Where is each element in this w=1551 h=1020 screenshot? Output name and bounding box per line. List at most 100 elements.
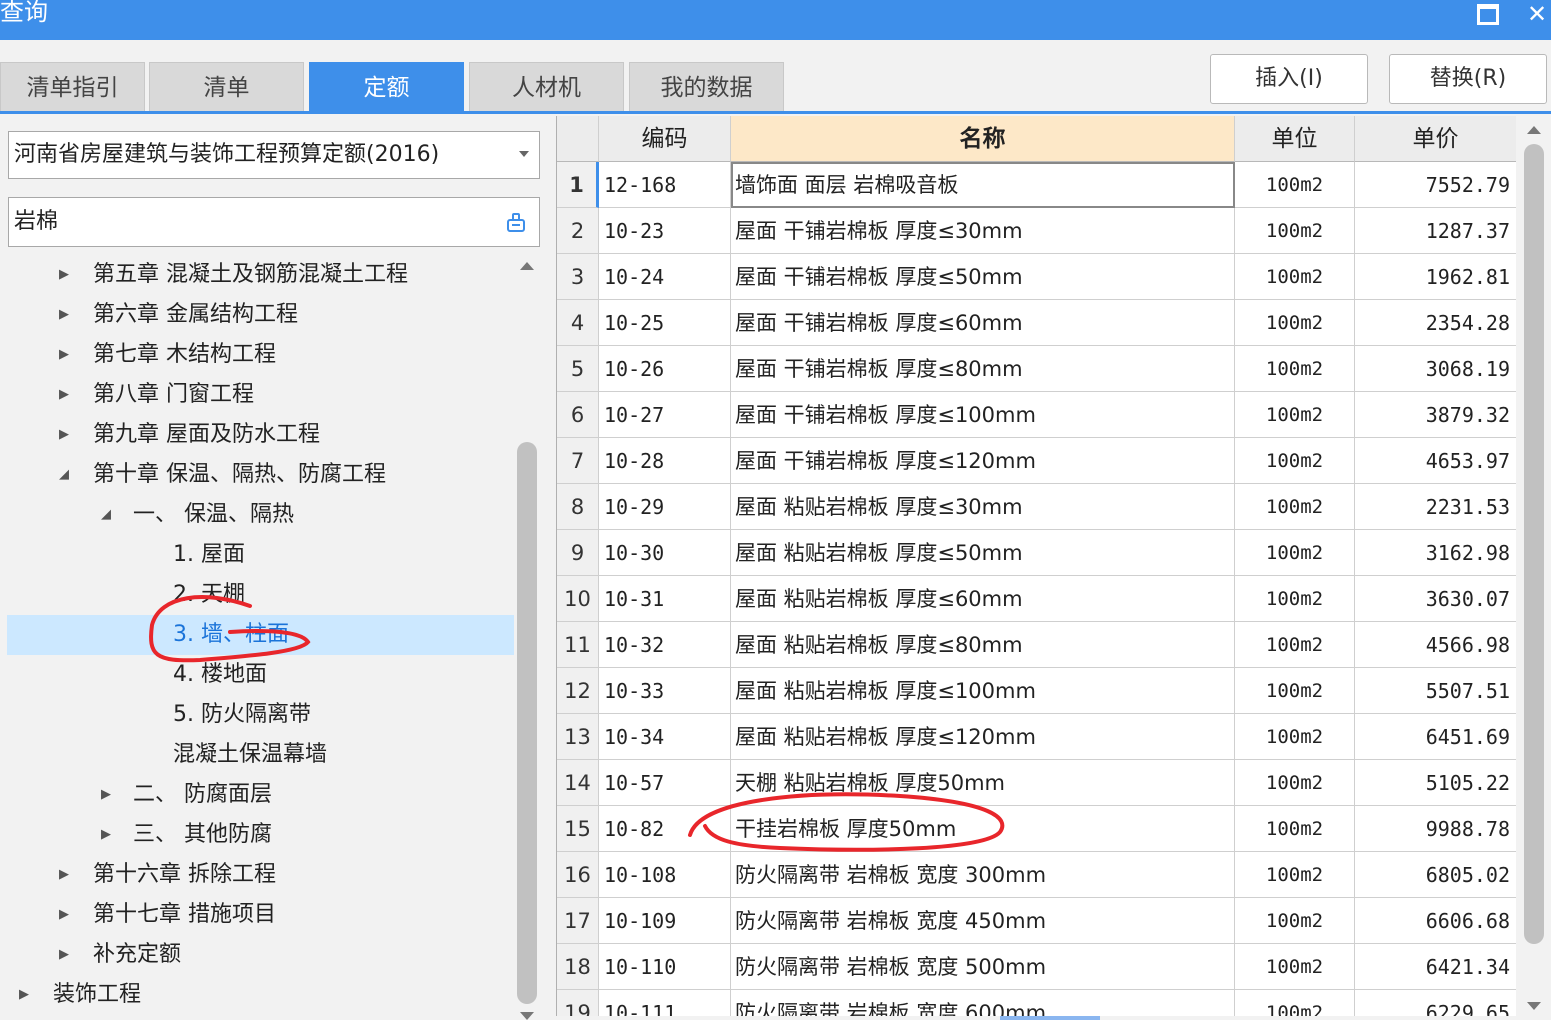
price-cell[interactable]: 9988.78 [1355,806,1516,852]
row-number-cell[interactable]: 11 [557,622,599,668]
row-number-cell[interactable]: 10 [557,576,599,622]
code-cell[interactable]: 10-108 [599,852,731,898]
code-cell[interactable]: 10-28 [599,438,731,484]
scroll-thumb[interactable] [1524,144,1544,944]
row-number-cell[interactable]: 14 [557,760,599,806]
tree-item[interactable]: ▶ 第六章 金属结构工程 [7,295,514,335]
code-cell[interactable]: 10-27 [599,392,731,438]
grid-scrollbar[interactable] [1518,116,1551,1016]
code-cell[interactable]: 12-168 [599,162,731,208]
price-cell[interactable]: 4566.98 [1355,622,1516,668]
name-cell[interactable]: 屋面 干铺岩棉板 厚度≤80mm [731,346,1235,392]
code-cell[interactable]: 10-26 [599,346,731,392]
price-cell[interactable]: 5507.51 [1355,668,1516,714]
unit-cell[interactable]: 100m2 [1235,714,1355,760]
price-cell[interactable]: 6451.69 [1355,714,1516,760]
expand-arrow-icon[interactable]: ▶ [57,375,71,415]
row-number-cell[interactable]: 6 [557,392,599,438]
code-cell[interactable]: 10-57 [599,760,731,806]
name-cell[interactable]: 防火隔离带 岩棉板 宽度 600mm [731,990,1235,1016]
tree-item[interactable]: ▶ 装饰工程 [7,975,514,1015]
name-cell[interactable]: 防火隔离带 岩棉板 宽度 450mm [731,898,1235,944]
tree-scrollbar[interactable] [515,252,539,1020]
tree-item[interactable]: ▶ 第十六章 拆除工程 [7,855,514,895]
tree-item[interactable]: ◢ 第十章 保温、隔热、防腐工程 [7,455,514,495]
scroll-down-icon[interactable] [1527,1002,1541,1010]
tree-item[interactable]: 2. 天棚 [7,575,514,615]
price-cell[interactable]: 5105.22 [1355,760,1516,806]
name-cell[interactable]: 屋面 粘贴岩棉板 厚度≤80mm [731,622,1235,668]
row-number-cell[interactable]: 18 [557,944,599,990]
tree-item[interactable]: 1. 屋面 [7,535,514,575]
code-cell[interactable]: 10-82 [599,806,731,852]
code-cell[interactable]: 10-31 [599,576,731,622]
unit-cell[interactable]: 100m2 [1235,530,1355,576]
expand-arrow-icon[interactable]: ▶ [57,295,71,335]
tree-item[interactable]: ▶ 三、 其他防腐 [7,815,514,855]
tab-list-guide[interactable]: 清单指引 [0,62,145,112]
name-cell[interactable]: 屋面 干铺岩棉板 厚度≤30mm [731,208,1235,254]
row-number-cell[interactable]: 5 [557,346,599,392]
row-number-cell[interactable]: 13 [557,714,599,760]
row-number-cell[interactable]: 12 [557,668,599,714]
unit-cell[interactable]: 100m2 [1235,852,1355,898]
price-cell[interactable]: 6229.65 [1355,990,1516,1016]
row-number-cell[interactable]: 7 [557,438,599,484]
row-number-cell[interactable]: 8 [557,484,599,530]
search-icon[interactable] [505,212,527,234]
code-cell[interactable]: 10-109 [599,898,731,944]
code-cell[interactable]: 10-34 [599,714,731,760]
row-number-cell[interactable]: 3 [557,254,599,300]
price-cell[interactable]: 3068.19 [1355,346,1516,392]
tab-labor-material-machine[interactable]: 人材机 [469,62,624,112]
unit-cell[interactable]: 100m2 [1235,438,1355,484]
expand-arrow-icon[interactable]: ▶ [57,855,71,895]
name-cell[interactable]: 屋面 粘贴岩棉板 厚度≤50mm [731,530,1235,576]
replace-button[interactable]: 替换(R) [1389,54,1547,104]
tree-item-selected[interactable]: 3. 墙、柱面 [7,615,514,655]
unit-cell[interactable]: 100m2 [1235,622,1355,668]
expand-arrow-icon[interactable]: ▶ [57,415,71,455]
name-cell[interactable]: 防火隔离带 岩棉板 宽度 300mm [731,852,1235,898]
unit-cell[interactable]: 100m2 [1235,806,1355,852]
unit-cell[interactable]: 100m2 [1235,898,1355,944]
price-cell[interactable]: 2354.28 [1355,300,1516,346]
unit-cell[interactable]: 100m2 [1235,990,1355,1016]
tree-item[interactable]: 4. 楼地面 [7,655,514,695]
row-number-cell[interactable]: 9 [557,530,599,576]
expand-arrow-icon[interactable]: ▶ [57,895,71,935]
price-cell[interactable]: 4653.97 [1355,438,1516,484]
name-cell[interactable]: 屋面 粘贴岩棉板 厚度≤30mm [731,484,1235,530]
search-input[interactable]: 岩棉 [8,197,540,247]
tree-item[interactable]: ▶ 第七章 木结构工程 [7,335,514,375]
row-number-cell[interactable]: 19 [557,990,599,1016]
code-cell[interactable]: 10-32 [599,622,731,668]
scroll-thumb[interactable] [517,442,537,1004]
tree-item[interactable]: ▶ 补充定额 [7,935,514,975]
row-number-cell[interactable]: 2 [557,208,599,254]
tab-bill[interactable]: 清单 [149,62,304,112]
code-cell[interactable]: 10-30 [599,530,731,576]
tree-item[interactable]: ▶ 第十七章 措施项目 [7,895,514,935]
price-cell[interactable]: 7552.79 [1355,162,1516,208]
tree-item[interactable]: 混凝土保温幕墙 [7,735,514,775]
name-cell[interactable]: 屋面 干铺岩棉板 厚度≤120mm [731,438,1235,484]
code-cell[interactable]: 10-24 [599,254,731,300]
name-cell[interactable]: 屋面 干铺岩棉板 厚度≤50mm [731,254,1235,300]
unit-cell[interactable]: 100m2 [1235,668,1355,714]
collapse-arrow-icon[interactable]: ◢ [99,495,113,535]
close-icon[interactable]: ✕ [1517,0,1551,32]
unit-cell[interactable]: 100m2 [1235,300,1355,346]
price-cell[interactable]: 3879.32 [1355,392,1516,438]
name-cell[interactable]: 屋面 干铺岩棉板 厚度≤60mm [731,300,1235,346]
name-column-header[interactable]: 名称 [731,116,1235,162]
price-cell[interactable]: 3162.98 [1355,530,1516,576]
maximize-icon[interactable] [1466,0,1506,32]
row-number-cell[interactable]: 17 [557,898,599,944]
expand-arrow-icon[interactable]: ▶ [57,935,71,975]
expand-arrow-icon[interactable]: ▶ [99,775,113,815]
quota-library-select[interactable]: 河南省房屋建筑与装饰工程预算定额(2016) [8,131,540,179]
expand-arrow-icon[interactable]: ▶ [17,975,31,1015]
name-cell[interactable]: 屋面 粘贴岩棉板 厚度≤120mm [731,714,1235,760]
scroll-up-icon[interactable] [1527,126,1541,134]
